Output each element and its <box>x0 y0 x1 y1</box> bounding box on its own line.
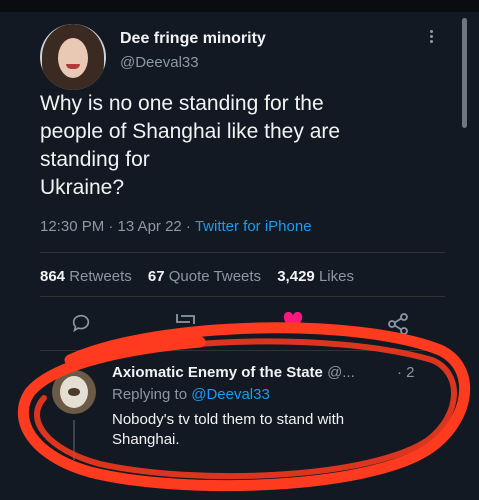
tweet-source-link[interactable]: Twitter for iPhone <box>195 218 312 235</box>
scrollbar[interactable] <box>462 18 467 128</box>
replying-to: Replying to @Deeval33 <box>112 386 270 403</box>
tweet-text: Why is no one standing for the people of… <box>40 90 440 202</box>
author-handle[interactable]: @Deeval33 <box>120 54 199 71</box>
thread-line <box>73 420 75 460</box>
like-icon[interactable] <box>283 312 303 330</box>
quotes-stat[interactable]: 67 Quote Tweets <box>148 268 261 285</box>
reply-text-line: Shanghai. <box>112 431 180 448</box>
tweet-timestamp[interactable]: 12:30 PM · 13 Apr 22 · <box>40 218 195 235</box>
reply-timestamp[interactable]: · 2 <box>397 364 415 381</box>
tweet-text-line: people of Shanghai like they are <box>40 120 341 143</box>
likes-stat[interactable]: 3,429 Likes <box>277 268 354 285</box>
retweet-icon[interactable] <box>174 312 200 326</box>
reply-author[interactable]: Axiomatic Enemy of the State @... <box>112 364 355 381</box>
share-icon[interactable] <box>386 312 410 336</box>
divider <box>40 252 445 253</box>
reply-text: Nobody's tv told them to stand with Shan… <box>112 410 344 450</box>
divider <box>40 296 445 297</box>
retweets-stat[interactable]: 864 Retweets <box>40 268 132 285</box>
reply-icon[interactable] <box>70 312 92 334</box>
tweet-text-line: Why is no one standing for the <box>40 92 324 115</box>
author-avatar[interactable] <box>40 24 106 90</box>
reply-author-name: Axiomatic Enemy of the State <box>112 364 323 381</box>
author-name[interactable]: Dee fringe minority <box>120 30 266 48</box>
tweet-text-line: standing for <box>40 148 150 171</box>
top-strip <box>0 0 479 12</box>
tweet-stats: 864 Retweets 67 Quote Tweets 3,429 Likes <box>40 268 366 285</box>
replying-handle-link[interactable]: @Deeval33 <box>191 386 270 403</box>
tweet-screen: Dee fringe minority @Deeval33 Why is no … <box>0 0 479 500</box>
reply-author-handle: @... <box>327 364 355 381</box>
reply-text-line: Nobody's tv told them to stand with <box>112 411 345 428</box>
tweet-text-line: Ukraine? <box>40 176 125 199</box>
more-icon[interactable] <box>428 28 434 48</box>
reply-author-avatar[interactable] <box>52 370 96 414</box>
divider <box>40 350 445 351</box>
replying-prefix: Replying to <box>112 386 192 403</box>
tweet-meta: 12:30 PM · 13 Apr 22 · Twitter for iPhon… <box>40 218 312 235</box>
